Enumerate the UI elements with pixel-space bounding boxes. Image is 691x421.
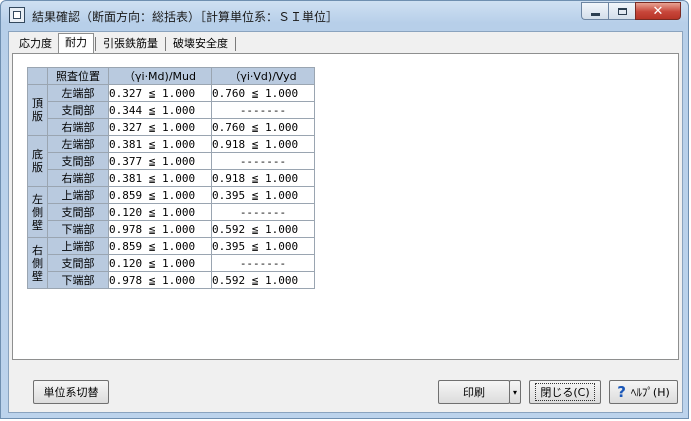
tab-panel-strength: 照査位置 （γi·Md)/Mud （γi·Vd)/Vyd 頂版 左端部 0.32… [12,53,679,360]
cell-shear[interactable]: 0.592 ≦ 1.000 [211,271,315,289]
cell-moment[interactable]: 0.327 ≦ 1.000 [108,84,212,102]
row-position: 左端部 [47,135,109,153]
cell-moment[interactable]: 0.120 ≦ 1.000 [108,203,212,221]
close-window-button[interactable]: ✕ [635,2,681,20]
cell-shear[interactable]: 0.760 ≦ 1.000 [211,118,315,136]
group-label: 左側壁 [32,192,43,232]
chevron-down-icon: ▾ [512,387,517,397]
table-row: 支間部 0.120 ≦ 1.000 ------- [28,203,315,221]
table-row: 支間部 0.120 ≦ 1.000 ------- [28,254,315,272]
tab-strength[interactable]: 耐力 [58,33,94,54]
client-area: 応力度 耐力 引張鉄筋量 破壊安全度 照査位置 （γi·Md)/Mud （γi·… [8,31,683,413]
tab-separator [235,37,236,51]
cell-shear[interactable]: 0.395 ≦ 1.000 [211,237,315,255]
group-label: 底版 [32,148,43,174]
row-position: 左端部 [47,84,109,102]
cell-shear[interactable]: ------- [211,101,315,119]
close-button-label: 閉じる(C) [535,383,595,401]
cell-shear[interactable]: ------- [211,152,315,170]
tab-separator [165,37,166,51]
group-left-wall: 左側壁 [27,186,48,238]
table-row: 左側壁 上端部 0.859 ≦ 1.000 0.395 ≦ 1.000 [27,186,315,238]
app-icon[interactable] [9,7,25,23]
tab-separator [95,37,96,51]
cell-moment[interactable]: 0.381 ≦ 1.000 [108,169,212,187]
group-label: 右側壁 [32,243,43,283]
cell-moment[interactable]: 0.344 ≦ 1.000 [108,101,212,119]
group-right-wall: 右側壁 [27,237,48,289]
row-position: 下端部 [47,220,109,238]
tab-failure-safety[interactable]: 破壊安全度 [167,35,234,53]
maximize-button[interactable] [608,2,635,20]
print-button[interactable]: 印刷 [438,380,510,404]
cell-moment[interactable]: 0.859 ≦ 1.000 [108,186,212,204]
help-button-label: ﾍﾙﾌﾟ(H) [630,386,670,399]
table-row: 下端部 0.978 ≦ 1.000 0.592 ≦ 1.000 [28,271,315,289]
cell-moment[interactable]: 0.978 ≦ 1.000 [108,220,212,238]
title-bar[interactable]: 結果確認（断面方向：総括表）［計算単位系：ＳＩ単位］ ✕ [1,1,688,31]
table-row: 右側壁 上端部 0.859 ≦ 1.000 0.395 ≦ 1.000 [27,237,315,289]
table-row: 支間部 0.377 ≦ 1.000 ------- [28,152,315,170]
close-button[interactable]: 閉じる(C) [529,380,601,404]
group-top-slab: 頂版 [27,84,48,136]
maximize-icon [617,7,627,15]
row-position: 支間部 [47,152,109,170]
cell-moment[interactable]: 0.327 ≦ 1.000 [108,118,212,136]
tab-tension-rebar[interactable]: 引張鉄筋量 [97,35,164,53]
help-icon: ? [617,383,626,401]
table-row: 底版 左端部 0.381 ≦ 1.000 0.918 ≦ 1.000 [27,135,315,187]
cell-shear[interactable]: 0.918 ≦ 1.000 [211,169,315,187]
button-bar: 単位系切替 印刷 ▾ 閉じる(C) ? ﾍﾙﾌﾟ(H) [9,372,682,412]
cell-shear[interactable]: 0.395 ≦ 1.000 [211,186,315,204]
row-position: 支間部 [47,254,109,272]
header-shear-ratio: （γi·Vd)/Vyd [211,67,315,85]
print-dropdown-button[interactable]: ▾ [509,380,521,404]
help-button[interactable]: ? ﾍﾙﾌﾟ(H) [609,380,678,404]
caption-buttons: ✕ [581,2,681,20]
group-bottom-slab: 底版 [27,135,48,187]
table-row: 右端部 0.327 ≦ 1.000 0.760 ≦ 1.000 [28,118,315,136]
cell-shear[interactable]: ------- [211,254,315,272]
window-title: 結果確認（断面方向：総括表）［計算単位系：ＳＩ単位］ [32,10,339,24]
main-window: 結果確認（断面方向：総括表）［計算単位系：ＳＩ単位］ ✕ 応力度 耐力 引張鉄筋… [0,0,689,419]
group-label: 頂版 [32,97,43,123]
cell-shear[interactable]: 0.918 ≦ 1.000 [211,135,315,153]
cell-shear[interactable]: 0.760 ≦ 1.000 [211,84,315,102]
tab-strip: 応力度 耐力 引張鉄筋量 破壊安全度 [13,33,237,54]
header-position: 照査位置 [47,67,109,85]
row-position: 支間部 [47,101,109,119]
table-row: 頂版 左端部 0.327 ≦ 1.000 0.760 ≦ 1.000 [27,84,315,136]
summary-grid[interactable]: 照査位置 （γi·Md)/Mud （γi·Vd)/Vyd 頂版 左端部 0.32… [27,67,315,289]
table-row: 右端部 0.381 ≦ 1.000 0.918 ≦ 1.000 [28,169,315,187]
row-position: 右端部 [47,118,109,136]
header-corner [27,67,48,85]
cell-moment[interactable]: 0.377 ≦ 1.000 [108,152,212,170]
tab-stress[interactable]: 応力度 [13,35,58,53]
cell-shear[interactable]: ------- [211,203,315,221]
header-moment-ratio: （γi·Md)/Mud [108,67,212,85]
table-row: 下端部 0.978 ≦ 1.000 0.592 ≦ 1.000 [28,220,315,238]
header-row: 照査位置 （γi·Md)/Mud （γi·Vd)/Vyd [27,67,315,85]
cell-moment[interactable]: 0.978 ≦ 1.000 [108,271,212,289]
row-position: 上端部 [47,237,109,255]
minimize-icon [590,12,600,16]
cell-moment[interactable]: 0.859 ≦ 1.000 [108,237,212,255]
minimize-button[interactable] [581,2,608,20]
cell-moment[interactable]: 0.120 ≦ 1.000 [108,254,212,272]
close-icon: ✕ [652,3,664,19]
cell-shear[interactable]: 0.592 ≦ 1.000 [211,220,315,238]
unit-toggle-button[interactable]: 単位系切替 [33,380,109,404]
row-position: 上端部 [47,186,109,204]
summary-table: 照査位置 （γi·Md)/Mud （γi·Vd)/Vyd 頂版 左端部 0.32… [27,67,315,289]
table-row: 支間部 0.344 ≦ 1.000 ------- [28,101,315,119]
row-position: 支間部 [47,203,109,221]
row-position: 下端部 [47,271,109,289]
row-position: 右端部 [47,169,109,187]
cell-moment[interactable]: 0.381 ≦ 1.000 [108,135,212,153]
